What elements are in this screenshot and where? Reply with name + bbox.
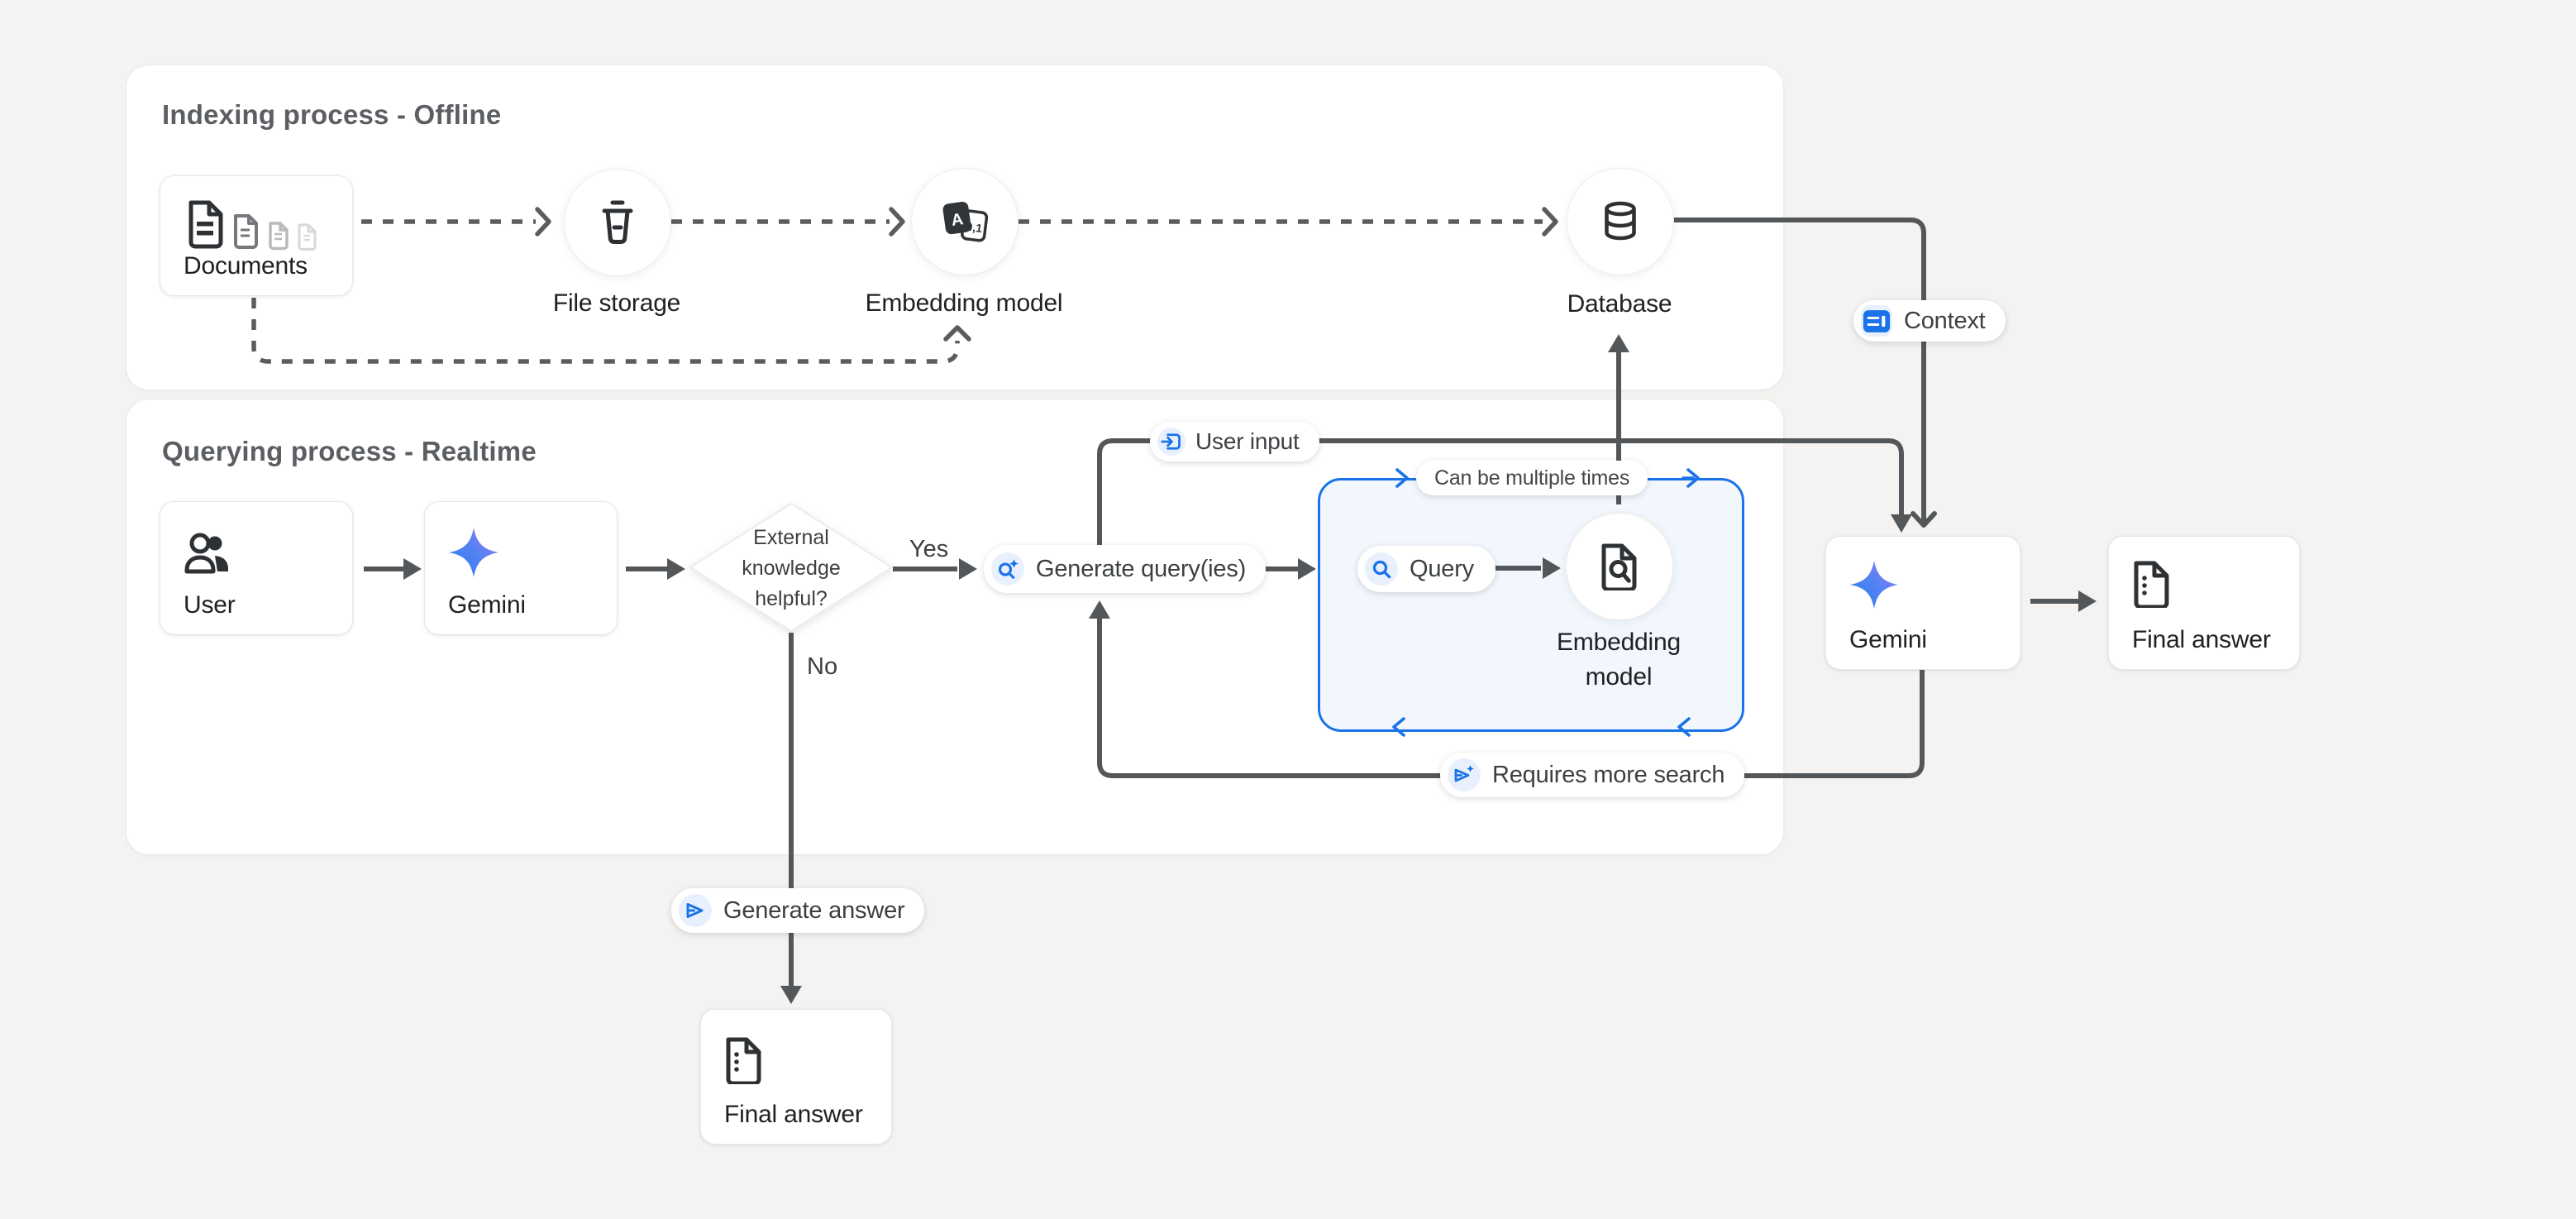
- query-pill: Query: [1357, 546, 1496, 592]
- search-spark-icon: [991, 552, 1024, 586]
- file-storage-label: File storage: [493, 286, 741, 321]
- embedding-model-offline-node: 0,1 A: [911, 168, 1018, 275]
- requires-more-pill: Requires more search: [1440, 753, 1744, 797]
- gemini-right-label: Gemini: [1849, 626, 1927, 654]
- database-node: [1567, 168, 1674, 275]
- documents-label: Documents: [184, 252, 308, 280]
- no-label: No: [807, 653, 837, 681]
- file-storage-node: [564, 169, 671, 276]
- gemini-star-icon: [446, 525, 501, 584]
- doc-list-icon: [2132, 560, 2172, 612]
- arrowhead-finalanswer-right: [2078, 590, 2097, 612]
- database-label: Database: [1496, 287, 1744, 322]
- gemini-star-icon: [1848, 558, 1901, 615]
- user-node: User: [160, 501, 353, 635]
- embedding-model-query-node: [1566, 513, 1673, 620]
- doc-list-icon: [724, 1036, 764, 1088]
- user-label: User: [184, 591, 236, 619]
- embedding-a-text: A: [950, 210, 964, 230]
- article-icon: [1861, 305, 1892, 337]
- gemini-left-node: Gemini: [424, 501, 618, 635]
- enter-icon: [1157, 428, 1185, 456]
- decision-text: External knowledge helpful?: [690, 523, 892, 614]
- send-icon: [679, 894, 712, 927]
- send-spark-icon: [1448, 758, 1481, 791]
- query-label: Query: [1410, 556, 1474, 583]
- embedding-model-query-label: Embedding model: [1495, 625, 1743, 695]
- generate-answer-pill: Generate answer: [671, 888, 924, 933]
- embedding-model-offline-label: Embedding model: [840, 286, 1088, 321]
- context-label: Context: [1904, 308, 1986, 335]
- generate-queries-pill: Generate query(ies): [984, 545, 1266, 593]
- final-answer-bottom-label: Final answer: [724, 1101, 863, 1129]
- requires-more-label: Requires more search: [1492, 762, 1724, 789]
- user-input-pill: User input: [1150, 422, 1319, 461]
- documents-node: Documents: [160, 175, 353, 296]
- user-icon: [184, 530, 233, 581]
- bucket-icon: [597, 198, 638, 247]
- can-multiple-pill: Can be multiple times: [1416, 461, 1648, 495]
- generate-queries-label: Generate query(ies): [1036, 556, 1246, 583]
- search-icon: [1365, 552, 1398, 586]
- final-answer-right-label: Final answer: [2132, 626, 2271, 654]
- yes-label: Yes: [909, 536, 948, 563]
- final-answer-right-node: Final answer: [2108, 536, 2300, 670]
- user-input-label: User input: [1195, 428, 1300, 455]
- documents-icon: [188, 199, 323, 255]
- gemini-right-node: Gemini: [1825, 536, 2020, 670]
- can-multiple-label: Can be multiple times: [1434, 466, 1629, 490]
- database-icon: [1600, 201, 1640, 242]
- gemini-left-label: Gemini: [448, 591, 526, 619]
- indexing-title: Indexing process - Offline: [162, 99, 501, 131]
- translate-icon: 0,1 A: [940, 199, 990, 244]
- context-pill: Context: [1853, 300, 2006, 342]
- arrowhead-finalanswer-bottom: [780, 986, 802, 1004]
- doc-search-icon: [1600, 543, 1639, 590]
- arrowhead-context-chevron: [1913, 514, 1934, 525]
- generate-answer-label: Generate answer: [723, 897, 904, 925]
- arrowhead-gemini-right-userinput: [1891, 514, 1912, 533]
- rag-architecture-diagram: Indexing process - Offline Querying proc…: [0, 0, 2576, 1219]
- final-answer-bottom-node: Final answer: [700, 1009, 892, 1145]
- querying-title: Querying process - Realtime: [162, 436, 537, 467]
